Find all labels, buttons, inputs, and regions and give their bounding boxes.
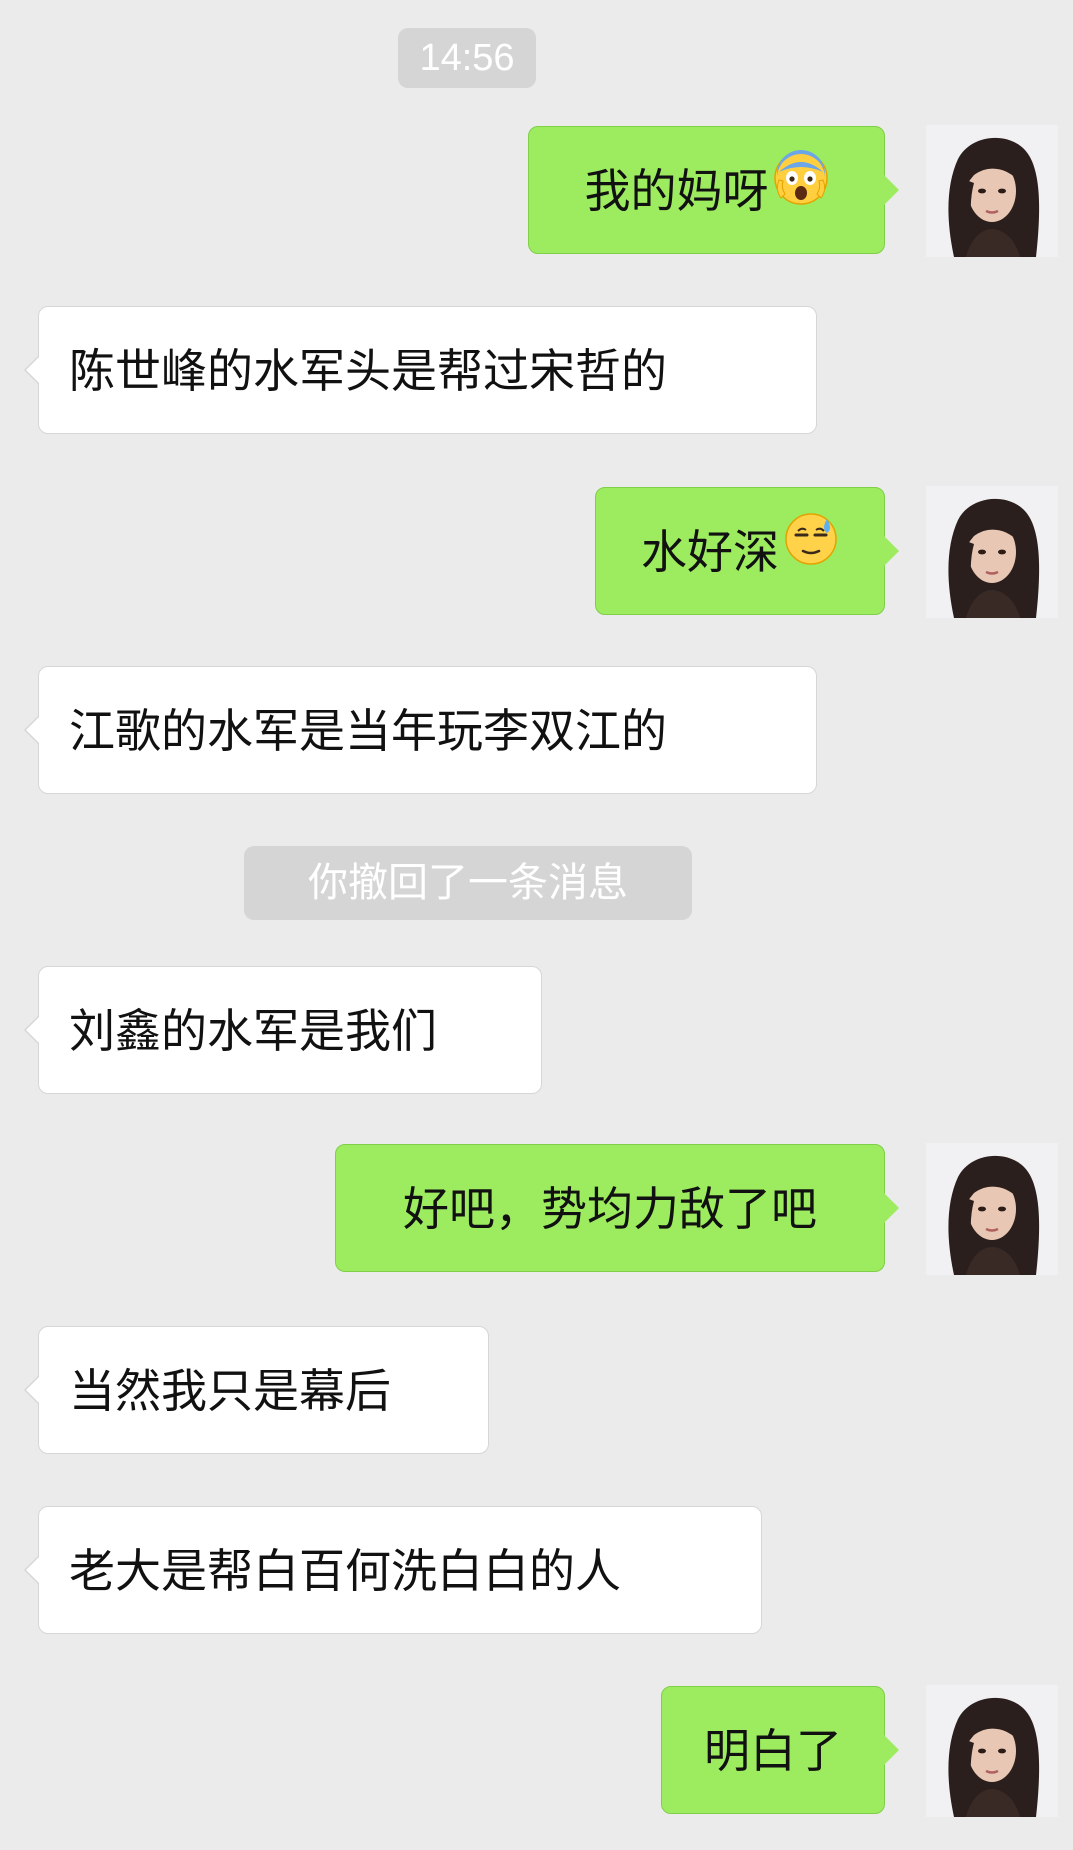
message-text: 我的妈呀 (584, 164, 769, 218)
recall-notice: 你撤回了一条消息 (244, 846, 692, 920)
incoming-message-bubble[interactable]: 江歌的水军是当年玩李双江的 (24, 666, 817, 794)
chat-window: 14:56 我的妈呀 陈世峰的水军头是帮过宋哲的 水好深 江歌的水军是当年玩李双… (8, 8, 1065, 1842)
incoming-message-bubble[interactable]: 刘鑫的水军是我们 (24, 966, 542, 1094)
message-text: 陈世峰的水军头是帮过宋哲的 (69, 344, 667, 398)
fearful-face-icon (773, 126, 829, 254)
incoming-message-bubble[interactable]: 陈世峰的水军头是帮过宋哲的 (24, 306, 817, 434)
message-text: 江歌的水军是当年玩李双江的 (69, 704, 667, 758)
outgoing-message-bubble[interactable]: 好吧，势均力敌了吧 (335, 1144, 899, 1272)
avatar[interactable] (926, 1143, 1058, 1275)
message-text: 老大是帮白百何洗白白的人 (69, 1544, 621, 1598)
message-text: 明白了 (704, 1724, 842, 1778)
incoming-message-bubble[interactable]: 当然我只是幕后 (24, 1326, 489, 1454)
message-text: 刘鑫的水军是我们 (69, 1004, 437, 1058)
sweat-face-icon (783, 487, 839, 615)
message-text: 水好深 (641, 525, 779, 579)
avatar[interactable] (926, 486, 1058, 618)
incoming-message-bubble[interactable]: 老大是帮白百何洗白白的人 (24, 1506, 762, 1634)
message-text: 当然我只是幕后 (69, 1364, 391, 1418)
avatar[interactable] (926, 125, 1058, 257)
message-text: 好吧，势均力敌了吧 (403, 1182, 817, 1236)
timestamp-label: 14:56 (398, 28, 536, 88)
outgoing-message-bubble[interactable]: 明白了 (661, 1686, 899, 1814)
outgoing-message-bubble[interactable]: 我的妈呀 (528, 126, 899, 254)
outgoing-message-bubble[interactable]: 水好深 (595, 487, 899, 615)
avatar[interactable] (926, 1685, 1058, 1817)
